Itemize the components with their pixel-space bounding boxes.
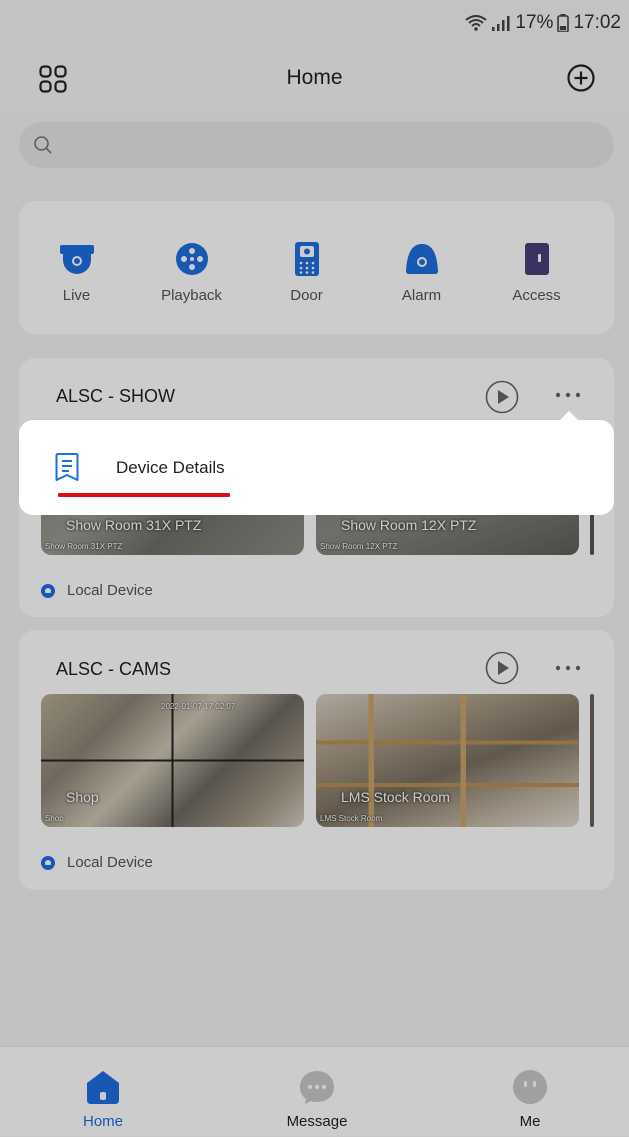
highlight-underline — [58, 493, 230, 497]
document-icon — [55, 453, 79, 481]
device-options-popup: Device Details — [19, 411, 614, 515]
device-details-option[interactable]: Device Details — [116, 458, 225, 478]
modal-backdrop[interactable] — [0, 0, 629, 1137]
